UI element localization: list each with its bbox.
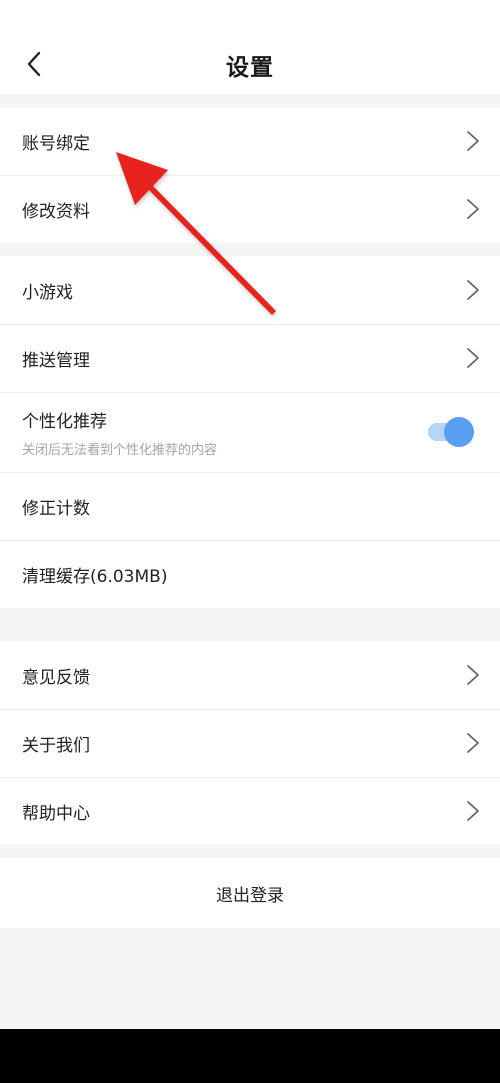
settings-group-account: 账号绑定 修改资料 [0, 107, 500, 243]
label-stack: 个性化推荐 关闭后无法看到个性化推荐的内容 [22, 407, 217, 458]
chevron-right-icon [467, 665, 479, 685]
row-label: 意见反馈 [22, 667, 90, 688]
row-label: 关于我们 [22, 735, 90, 756]
bottom-bar [0, 1029, 500, 1083]
chevron-right-icon [467, 199, 479, 219]
row-label: 账号绑定 [22, 133, 90, 154]
row-help-center[interactable]: 帮助中心 [0, 777, 500, 845]
chevron-right-icon [467, 733, 479, 753]
chevron-right-icon [467, 280, 479, 300]
chevron-right-icon [467, 348, 479, 368]
toggle-knob [444, 417, 474, 447]
row-about-us[interactable]: 关于我们 [0, 709, 500, 777]
row-label: 小游戏 [22, 282, 73, 303]
row-label: 个性化推荐 [22, 411, 107, 432]
row-personalized-recommendation: 个性化推荐 关闭后无法看到个性化推荐的内容 [0, 392, 500, 472]
chevron-right-icon [467, 131, 479, 151]
row-fix-count[interactable]: 修正计数 [0, 472, 500, 540]
row-label: 推送管理 [22, 350, 90, 371]
personalized-toggle[interactable] [426, 417, 474, 447]
row-label: 清理缓存(6.03MB) [22, 566, 168, 587]
row-edit-profile[interactable]: 修改资料 [0, 175, 500, 243]
row-label: 帮助中心 [22, 803, 90, 824]
logout-label: 退出登录 [216, 885, 284, 906]
row-label: 修正计数 [22, 498, 90, 519]
logout-button[interactable]: 退出登录 [0, 858, 500, 928]
settings-group-general: 小游戏 推送管理 个性化推荐 关闭后无法看到个性化推荐的内容 修正计数 清理缓存… [0, 256, 500, 608]
chevron-right-icon [467, 801, 479, 821]
row-subtitle: 关闭后无法看到个性化推荐的内容 [22, 442, 218, 458]
row-push-management[interactable]: 推送管理 [0, 324, 500, 392]
row-feedback[interactable]: 意见反馈 [0, 641, 500, 709]
page-title: 设置 [226, 55, 274, 81]
settings-group-support: 意见反馈 关于我们 帮助中心 [0, 641, 500, 845]
header: 设置 [0, 0, 500, 94]
row-account-binding[interactable]: 账号绑定 [0, 107, 500, 175]
row-clear-cache[interactable]: 清理缓存(6.03MB) [0, 540, 500, 608]
row-mini-games[interactable]: 小游戏 [0, 256, 500, 324]
row-label: 修改资料 [22, 201, 90, 222]
